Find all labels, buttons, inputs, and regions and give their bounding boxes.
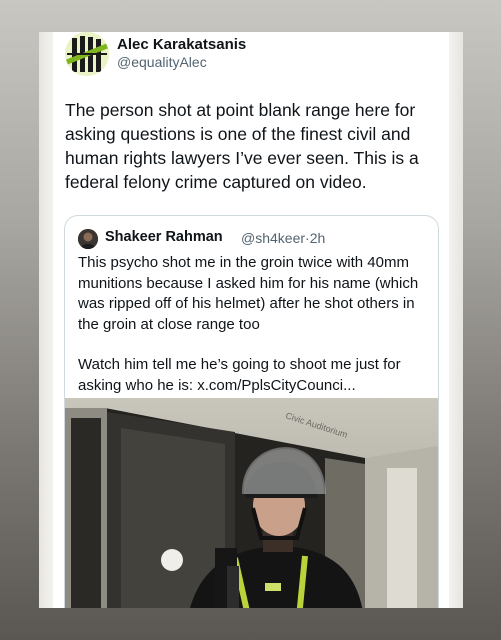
tweet: Alec Karakatsanis @equalityAlec The pers…	[64, 32, 439, 608]
tweet-text: The person shot at point blank range her…	[65, 100, 419, 192]
quoted-paragraph-1: This psycho shot me in the groin twice w…	[78, 254, 419, 333]
quoted-author-avatar[interactable]	[78, 229, 98, 249]
quoted-author-name[interactable]: Shakeer Rahman	[105, 229, 223, 245]
quoted-author-meta: @sh4keer·2h	[241, 230, 325, 246]
author-handle[interactable]: @equalityAlec	[117, 54, 207, 70]
quoted-paragraph-2: Watch him tell me he’s going to shoot me…	[78, 356, 401, 394]
video-thumbnail[interactable]: Civic Auditorium	[65, 398, 438, 608]
quoted-tweet-text: This psycho shot me in the groin twice w…	[78, 253, 424, 416]
quoted-tweet-time[interactable]: 2h	[310, 230, 326, 246]
quoted-tweet[interactable]: Shakeer Rahman @sh4keer·2h This psycho s…	[64, 215, 439, 608]
quoted-author-handle[interactable]: @sh4keer	[241, 230, 305, 246]
screenshot-card: Alec Karakatsanis @equalityAlec The pers…	[39, 32, 463, 608]
author-avatar[interactable]	[65, 32, 109, 76]
author-name[interactable]: Alec Karakatsanis	[117, 36, 246, 53]
